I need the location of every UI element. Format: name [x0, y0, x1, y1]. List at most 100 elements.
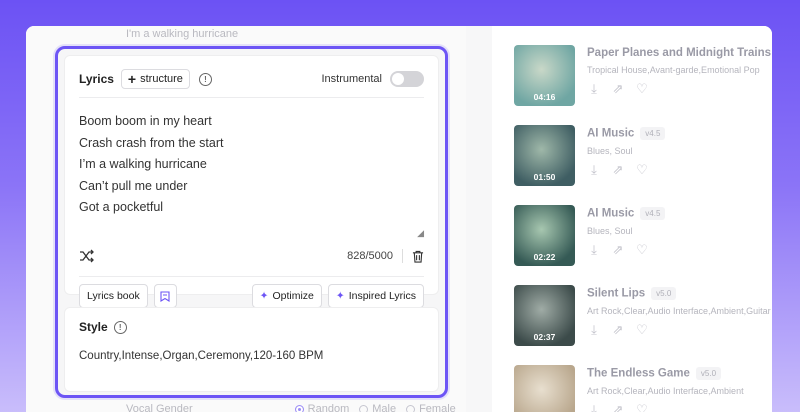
- song-item[interactable]: The Endless Game v5.0 Art Rock,Clear,Audio…: [514, 365, 772, 412]
- lyrics-line: Boom boom in my heart: [79, 114, 212, 128]
- version-badge: v5.0: [695, 367, 722, 380]
- divider: [402, 249, 403, 263]
- song-title[interactable]: The Endless Game v5.0: [587, 367, 772, 380]
- style-input[interactable]: Country,Intense,Organ,Ceremony,120-160 B…: [79, 350, 323, 362]
- optimize-label: Optimize: [272, 290, 314, 302]
- structure-label: structure: [140, 73, 183, 85]
- song-duration: 02:22: [533, 252, 556, 262]
- optimize-button[interactable]: ✦ Optimize: [251, 284, 322, 308]
- instrumental-label: Instrumental: [321, 73, 382, 85]
- song-tags: Blues, Soul: [587, 146, 633, 156]
- trash-icon[interactable]: [412, 250, 424, 263]
- download-icon[interactable]: ⤓: [587, 243, 601, 257]
- song-cover-image[interactable]: 02:37: [514, 285, 575, 346]
- create-form-panel: I'm a walking hurricane Lyrics + structu…: [26, 26, 466, 412]
- version-badge: v5.0: [651, 287, 677, 300]
- heart-icon[interactable]: ♡: [635, 403, 649, 412]
- radio-female[interactable]: Female: [406, 403, 456, 412]
- lyrics-line: Got a pocketful: [79, 200, 164, 214]
- download-icon[interactable]: ⤓: [587, 323, 601, 337]
- song-cover-image[interactable]: 01:50: [514, 125, 575, 186]
- song-info: AI Music v4.5 Blues, Soul ⤓ ⇗ ♡: [587, 127, 772, 177]
- song-tags: Art Rock,Clear,Audio Interface,Ambient: [587, 386, 744, 396]
- inspired-lyrics-button[interactable]: ✦ Inspired Lyrics: [327, 284, 424, 308]
- song-duration: 01:50: [533, 172, 556, 182]
- lyrics-title: Lyrics: [79, 72, 114, 86]
- heart-icon[interactable]: ♡: [635, 163, 649, 177]
- lyrics-textarea[interactable]: Boom boom in my heart Crash crash from t…: [79, 111, 224, 219]
- resize-handle-icon[interactable]: ◢: [417, 228, 424, 239]
- download-icon[interactable]: ⤓: [587, 403, 601, 412]
- lyrics-line: I’m a walking hurricane: [79, 157, 207, 171]
- song-info: AI Music v4.5 Blues, Soul ⤓ ⇗ ♡: [587, 207, 772, 257]
- song-tags: Blues, Soul: [587, 226, 633, 236]
- style-title: Style: [79, 320, 108, 334]
- song-tags: Art Rock,Clear,Audio Interface,Ambient,G…: [587, 306, 771, 316]
- song-item[interactable]: 02:22 AI Music v4.5 Blues, Soul ⤓ ⇗ ♡: [514, 205, 772, 267]
- lyrics-book-button[interactable]: Lyrics book: [79, 284, 148, 308]
- download-icon[interactable]: ⤓: [587, 82, 601, 96]
- song-tags: Tropical House,Avant-garde,Emotional Pop: [587, 65, 760, 75]
- song-list-panel: 04:16 Paper Planes and Midnight Trains Tro…: [492, 26, 772, 412]
- heart-icon[interactable]: ♡: [635, 82, 649, 96]
- lyrics-book-label: Lyrics book: [87, 290, 140, 302]
- song-cover-image[interactable]: 04:16: [514, 45, 575, 106]
- song-info: Silent Lips v5.0 Art Rock,Clear,Audio Inte…: [587, 287, 772, 337]
- song-actions: ⤓ ⇗ ♡: [587, 163, 772, 177]
- divider: [79, 276, 424, 277]
- add-structure-button[interactable]: + structure: [120, 69, 190, 89]
- song-cover-image[interactable]: [514, 365, 575, 412]
- instrumental-control: Instrumental: [321, 71, 424, 87]
- share-icon[interactable]: ⇗: [611, 82, 625, 96]
- character-counter: 828/5000: [347, 250, 393, 262]
- download-icon[interactable]: ⤓: [587, 163, 601, 177]
- instrumental-toggle[interactable]: [390, 71, 424, 87]
- vocal-gender-options: Random Male Female: [294, 403, 456, 412]
- lyrics-footer: 828/5000: [79, 246, 424, 266]
- song-title[interactable]: Paper Planes and Midnight Trains: [587, 47, 772, 59]
- heart-icon[interactable]: ♡: [635, 243, 649, 257]
- share-icon[interactable]: ⇗: [611, 243, 625, 257]
- lyrics-header: Lyrics + structure ! Instrumental: [79, 67, 424, 91]
- plus-icon: +: [127, 71, 137, 87]
- vocal-gender-label: Vocal Gender: [126, 403, 193, 412]
- saved-lyrics-button[interactable]: [153, 284, 177, 308]
- lyrics-style-card: Lyrics + structure ! Instrumental Boom b…: [55, 46, 448, 398]
- heart-icon[interactable]: ♡: [635, 323, 649, 337]
- lyrics-line: Can’t pull me under: [79, 178, 188, 193]
- background-lyric-line: I'm a walking hurricane: [126, 28, 239, 40]
- radio-random[interactable]: Random: [294, 403, 349, 412]
- bookmark-icon: [160, 290, 170, 302]
- info-icon[interactable]: !: [113, 320, 127, 334]
- song-actions: ⤓ ⇗ ♡: [587, 323, 772, 337]
- song-cover-image[interactable]: 02:22: [514, 205, 575, 266]
- song-info: Paper Planes and Midnight Trains Tropical…: [587, 47, 772, 96]
- shuffle-icon[interactable]: [79, 249, 95, 263]
- divider: [79, 97, 424, 98]
- magic-wand-icon: ✦: [259, 290, 269, 302]
- radio-male[interactable]: Male: [359, 403, 396, 412]
- version-badge: v4.5: [640, 207, 666, 220]
- share-icon[interactable]: ⇗: [611, 323, 625, 337]
- song-duration: 02:37: [533, 332, 556, 342]
- app-window: I'm a walking hurricane Lyrics + structu…: [26, 26, 772, 412]
- song-title[interactable]: AI Music v4.5: [587, 207, 772, 220]
- song-title[interactable]: Silent Lips v5.0: [587, 287, 772, 300]
- info-icon[interactable]: !: [198, 72, 212, 86]
- version-badge: v4.5: [640, 127, 666, 140]
- lyrics-section: Lyrics + structure ! Instrumental Boom b…: [64, 55, 439, 308]
- share-icon[interactable]: ⇗: [611, 403, 625, 412]
- song-item[interactable]: 02:37 Silent Lips v5.0 Art Rock,Clear,Audio…: [514, 285, 772, 347]
- share-icon[interactable]: ⇗: [611, 163, 625, 177]
- song-duration: 04:16: [533, 92, 556, 102]
- sparkle-icon: ✦: [335, 290, 345, 302]
- style-header: Style !: [79, 320, 127, 334]
- song-actions: ⤓ ⇗ ♡: [587, 82, 772, 96]
- song-item[interactable]: 04:16 Paper Planes and Midnight Trains Tro…: [514, 45, 772, 107]
- song-info: The Endless Game v5.0 Art Rock,Clear,Audio…: [587, 367, 772, 412]
- lyrics-line: Crash crash from the start: [79, 135, 224, 150]
- song-actions: ⤓ ⇗ ♡: [587, 403, 772, 412]
- song-title[interactable]: AI Music v4.5: [587, 127, 772, 140]
- inspired-lyrics-label: Inspired Lyrics: [348, 290, 416, 302]
- song-item[interactable]: 01:50 AI Music v4.5 Blues, Soul ⤓ ⇗ ♡: [514, 125, 772, 187]
